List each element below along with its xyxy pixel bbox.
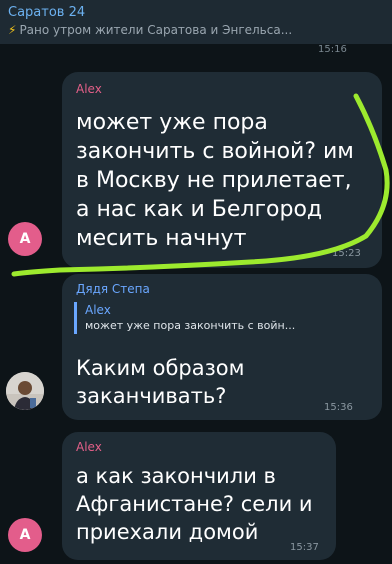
reply-quote-text: может уже пора закончить с войн... (85, 319, 296, 332)
message-text: может уже пора закончить с войной? им в … (76, 108, 354, 253)
message-line: Афганистане? сели и (76, 492, 313, 516)
message-bubble-1[interactable]: Alex может уже пора закончить с войной? … (62, 72, 382, 268)
sender-name: Alex (76, 440, 102, 454)
message-text: а как закончили в Афганистане? сели и пр… (76, 462, 313, 546)
message-line: заканчивать? (76, 384, 227, 408)
avatar-alex[interactable]: A (8, 222, 42, 256)
previous-message-time: 15:16 (318, 44, 347, 55)
avatar-dyadya-stepa[interactable] (6, 372, 44, 410)
reply-quote[interactable]: Alex может уже пора закончить с войн... (74, 302, 295, 334)
sender-name: Дядя Степа (76, 282, 150, 296)
message-text: Каким образом заканчивать? (76, 354, 244, 410)
message-line: Каким образом (76, 356, 245, 380)
message-line: приехали домой (76, 520, 259, 544)
message-line: в Москву не прилетает, (76, 168, 352, 193)
message-bubble-2[interactable]: Дядя Степа Alex может уже пора закончить… (62, 274, 382, 420)
pinned-message-preview: ⚡ Рано утром жители Саратова и Энгельса..… (8, 21, 378, 39)
message-line: может уже пора (76, 110, 268, 135)
message-line: закончить с войной? им (76, 139, 354, 164)
message-line: а как закончили в (76, 464, 276, 488)
pinned-message-bar[interactable]: Саратов 24 ⚡ Рано утром жители Саратова и… (0, 0, 392, 44)
pinned-channel-title: Саратов 24 (8, 5, 86, 20)
lightning-icon: ⚡ (8, 23, 17, 37)
message-line: месить начнут (76, 226, 247, 251)
message-line: а нас как и Белгород (76, 197, 323, 222)
profile-photo-icon (6, 372, 44, 410)
reply-quote-name: Alex (85, 303, 111, 317)
message-time: 15:37 (290, 542, 319, 553)
pinned-preview-text: Рано утром жители Саратова и Энгельса... (19, 23, 293, 37)
avatar-alex[interactable]: A (8, 518, 42, 552)
message-bubble-3[interactable]: Alex а как закончили в Афганистане? сели… (62, 432, 336, 560)
message-time: 15:36 (324, 402, 353, 413)
message-time: 15:23 (332, 248, 361, 259)
sender-name: Alex (76, 82, 102, 96)
